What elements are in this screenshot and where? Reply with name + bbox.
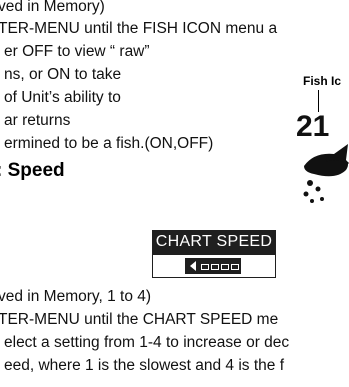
p1-line-4: ns, or ON to take: [4, 66, 122, 83]
p1-line-7: ermined to be a fish.(ON,OFF): [4, 135, 214, 152]
p1-line-1: ved in Memory): [0, 0, 105, 15]
p2-line-3: elect a setting from 1-4 to increase or …: [4, 334, 290, 351]
chart-speed-bar: [185, 258, 241, 274]
p2-line-2: TER-MENU until the CHART SPEED me: [0, 311, 279, 328]
p1-line-2: TER-MENU until the FISH ICON menu a: [0, 20, 278, 37]
fish-depth-digits: 21: [296, 110, 329, 143]
arrow-left-icon: [190, 261, 196, 271]
p1-line-5: of Unit’s ability to: [4, 89, 121, 106]
chart-speed-indicator: CHART SPEED: [152, 230, 276, 278]
speed-segment: [201, 264, 209, 270]
fish-icon: 21: [296, 110, 349, 203]
chart-speed-body: [152, 254, 276, 278]
p2-line-4: eed, where 1 is the slowest and 4 is the…: [4, 357, 285, 374]
p1-line-3: er OFF to view “ raw”: [4, 43, 150, 60]
speed-segment: [221, 264, 229, 270]
p2-line-1: ved in Memory, 1 to 4): [0, 288, 152, 305]
section-heading: : Speed: [0, 160, 65, 181]
speed-segment: [231, 264, 239, 270]
speed-segment: [211, 264, 219, 270]
p1-line-6: ar returns: [4, 112, 71, 129]
fish-icon-callout-label: Fish Ic: [303, 74, 342, 88]
chart-speed-title: CHART SPEED: [152, 230, 276, 254]
